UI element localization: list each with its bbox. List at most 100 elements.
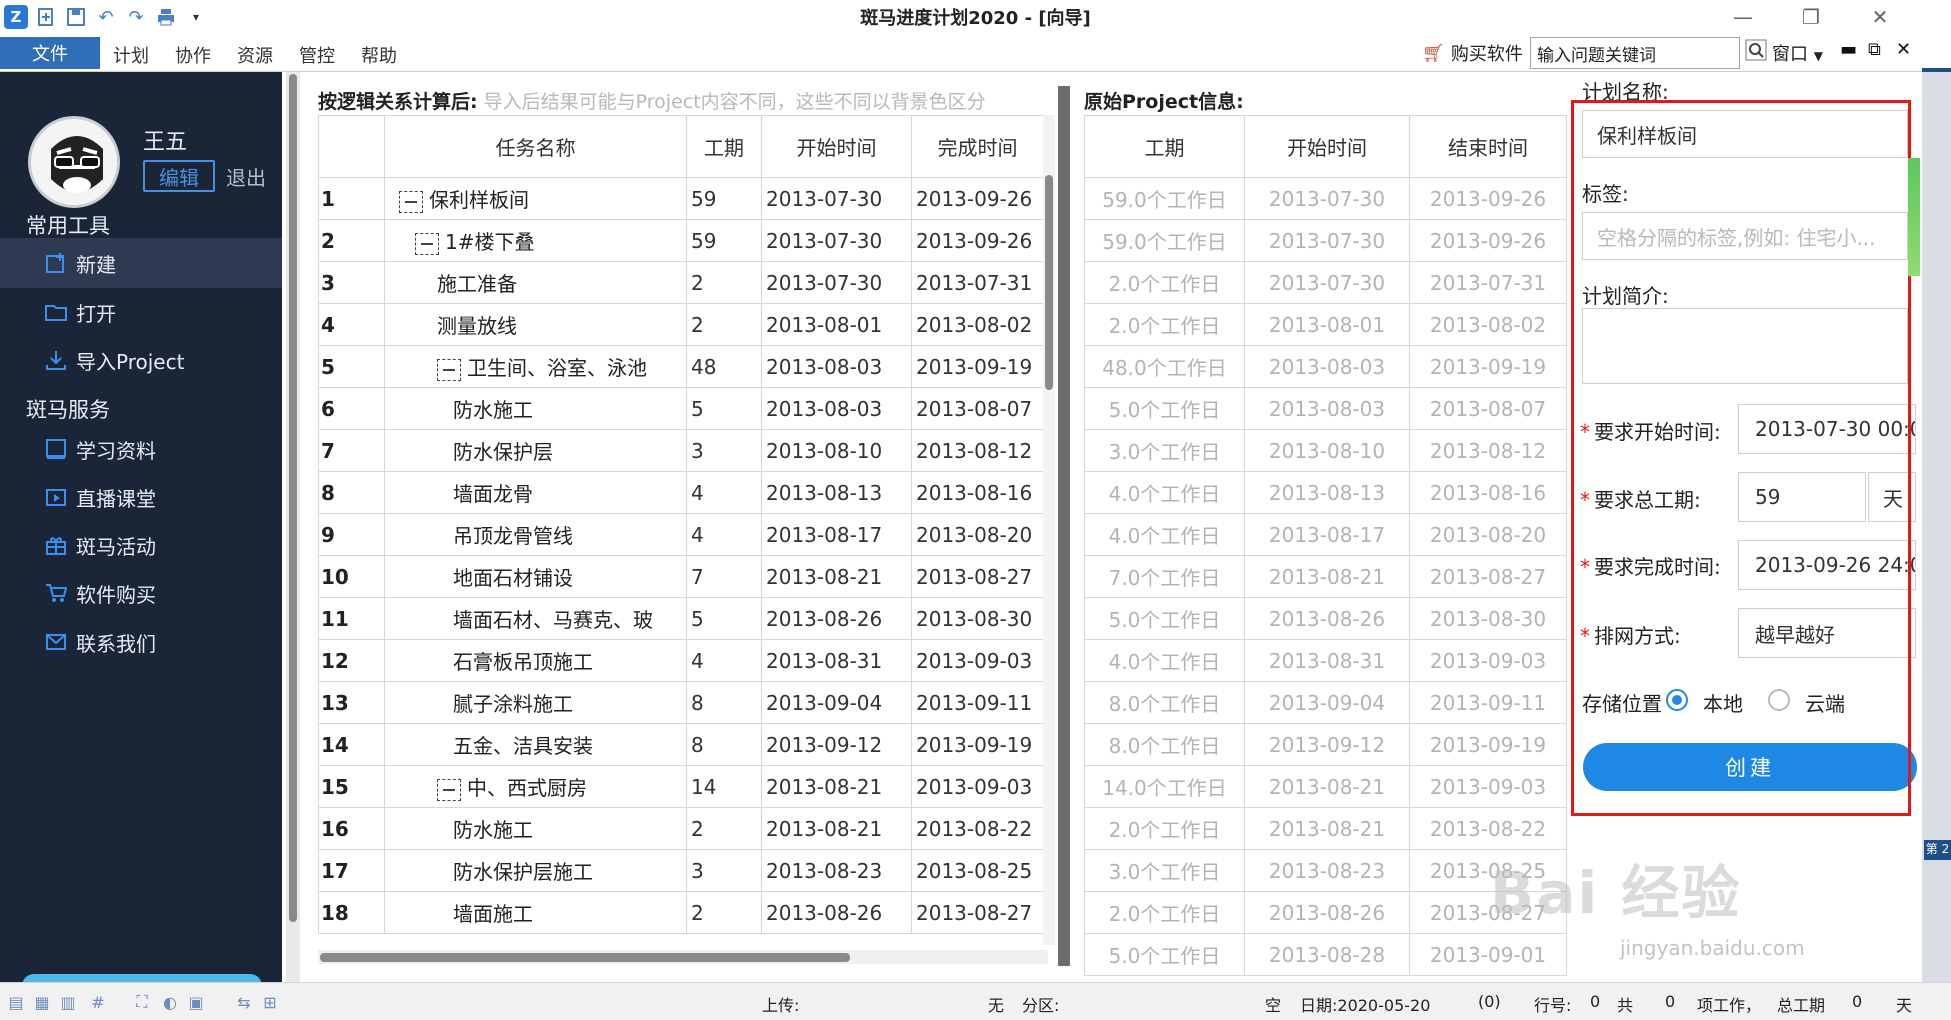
menu-control[interactable]: 管控 — [299, 42, 335, 68]
duration-cell[interactable]: 7 — [686, 555, 762, 598]
duration-cell[interactable]: 4 — [686, 513, 762, 556]
print-icon[interactable] — [154, 5, 178, 29]
finish-cell[interactable]: 2013-08-30 — [911, 597, 1044, 640]
network-view-icon[interactable]: ▦ — [32, 993, 52, 1012]
task-name-cell[interactable]: 墙面施工 — [384, 891, 687, 934]
storage-cloud-radio[interactable] — [1768, 689, 1790, 711]
sidebar-item-contact[interactable]: 联系我们 — [0, 617, 282, 667]
finish-cell[interactable]: 2013-09-03 — [911, 765, 1044, 808]
collapse-toggle-icon[interactable] — [437, 358, 461, 381]
duration-cell[interactable]: 3 — [686, 429, 762, 472]
duration-cell[interactable]: 2 — [686, 261, 762, 304]
storage-cloud-label[interactable]: 云端 — [1805, 688, 1845, 717]
finish-cell[interactable]: 2013-08-25 — [911, 849, 1044, 892]
task-name-cell[interactable]: 防水保护层施工 — [384, 849, 687, 892]
menu-resources[interactable]: 资源 — [237, 42, 273, 68]
task-name-cell[interactable]: 五金、洁具安装 — [384, 723, 687, 766]
minimize-icon[interactable]: — — [1723, 2, 1763, 32]
duration-cell[interactable]: 14 — [686, 765, 762, 808]
duration-cell[interactable]: 2 — [686, 891, 762, 934]
duration-cell[interactable]: 59 — [686, 177, 762, 220]
plan-name-input[interactable]: 保利样板间 — [1582, 110, 1908, 158]
duration-cell[interactable]: 48 — [686, 345, 762, 388]
duration-cell[interactable]: 8 — [686, 723, 762, 766]
start-cell[interactable]: 2013-07-30 — [761, 177, 912, 220]
collapse-toggle-icon[interactable] — [437, 778, 461, 801]
table-row[interactable]: 8 墙面龙骨 4 2013-08-13 2013-08-16 — [318, 471, 1044, 514]
task-name-cell[interactable]: 防水施工 — [384, 807, 687, 850]
sidebar-item-new[interactable]: 新建 — [0, 238, 282, 288]
table-row[interactable]: 2 1#楼下叠 59 2013-07-30 2013-09-26 — [318, 219, 1044, 262]
finish-cell[interactable]: 2013-08-07 — [911, 387, 1044, 430]
gantt-view-icon[interactable]: ▤ — [6, 993, 26, 1012]
sidebar-scrollbar[interactable] — [286, 72, 300, 982]
sidebar-item-activities[interactable]: 斑马活动 — [0, 520, 282, 570]
duration-cell[interactable]: 4 — [686, 471, 762, 514]
task-name-cell[interactable]: 施工准备 — [384, 261, 687, 304]
finish-cell[interactable]: 2013-09-19 — [911, 723, 1044, 766]
help-search-input[interactable] — [1530, 37, 1740, 69]
finish-cell[interactable]: 2013-08-27 — [911, 555, 1044, 598]
panel-splitter[interactable] — [1058, 86, 1070, 966]
finish-cell[interactable]: 2013-09-26 — [911, 177, 1044, 220]
maximize-icon[interactable]: ❐ — [1791, 2, 1831, 32]
column-header-start[interactable]: 开始时间 — [761, 115, 912, 178]
start-cell[interactable]: 2013-08-21 — [761, 555, 912, 598]
duration-unit-select[interactable]: 天 — [1868, 472, 1916, 522]
table-row[interactable]: 11 墙面石材、马赛克、玻 5 2013-08-26 2013-08-30 — [318, 597, 1044, 640]
zoom-fit-icon[interactable]: ⛶ — [132, 992, 152, 1011]
finish-cell[interactable]: 2013-08-02 — [911, 303, 1044, 346]
table-row[interactable]: 9 吊顶龙骨管线 4 2013-08-17 2013-08-20 — [318, 513, 1044, 556]
start-cell[interactable]: 2013-08-26 — [761, 597, 912, 640]
duration-cell[interactable]: 5 — [686, 597, 762, 640]
schedule-mode-select[interactable]: 越早越好 — [1738, 608, 1916, 658]
task-name-cell[interactable]: 保利样板间 — [384, 177, 687, 220]
task-name-cell[interactable]: 1#楼下叠 — [384, 219, 687, 262]
search-icon[interactable] — [1745, 39, 1767, 66]
swap-icon[interactable]: ⇆ — [234, 993, 254, 1012]
duration-cell[interactable]: 5 — [686, 387, 762, 430]
doc-restore-icon[interactable]: ⧉ — [1868, 39, 1881, 60]
customize-toolbar-icon[interactable]: ▾ — [184, 5, 208, 29]
table-row[interactable]: 7 防水保护层 3 2013-08-10 2013-08-12 — [318, 429, 1044, 472]
start-cell[interactable]: 2013-08-03 — [761, 387, 912, 430]
grid-view-icon[interactable]: # — [88, 993, 108, 1012]
start-cell[interactable]: 2013-08-26 — [761, 891, 912, 934]
edit-profile-button[interactable]: 编辑 — [143, 160, 215, 192]
total-duration-input[interactable]: 59 — [1738, 472, 1866, 522]
duration-cell[interactable]: 2 — [686, 303, 762, 346]
start-cell[interactable]: 2013-08-13 — [761, 471, 912, 514]
start-cell[interactable]: 2013-08-03 — [761, 345, 912, 388]
sidebar-item-purchase[interactable]: 软件购买 — [0, 568, 282, 618]
column-header-duration[interactable]: 工期 — [686, 115, 762, 178]
table-row[interactable]: 14 五金、洁具安装 8 2013-09-12 2013-09-19 — [318, 723, 1044, 766]
collapse-toggle-icon[interactable] — [415, 232, 439, 255]
finish-cell[interactable]: 2013-09-03 — [911, 639, 1044, 682]
finish-cell[interactable]: 2013-08-27 — [911, 891, 1044, 934]
duration-cell[interactable]: 2 — [686, 807, 762, 850]
task-name-cell[interactable]: 防水保护层 — [384, 429, 687, 472]
menu-collaborate[interactable]: 协作 — [175, 42, 211, 68]
table-row[interactable]: 6 防水施工 5 2013-08-03 2013-08-07 — [318, 387, 1044, 430]
start-cell[interactable]: 2013-08-01 — [761, 303, 912, 346]
task-name-cell[interactable]: 吊顶龙骨管线 — [384, 513, 687, 556]
close-icon[interactable]: ✕ — [1860, 2, 1900, 32]
table-view-icon[interactable]: ▥ — [58, 993, 78, 1012]
start-cell[interactable]: 2013-09-12 — [761, 723, 912, 766]
table-row[interactable]: 16 防水施工 2 2013-08-21 2013-08-22 — [318, 807, 1044, 850]
table-row[interactable]: 4 测量放线 2 2013-08-01 2013-08-02 — [318, 303, 1044, 346]
task-table-vertical-scrollbar[interactable] — [1043, 115, 1055, 945]
storage-local-label[interactable]: 本地 — [1703, 688, 1743, 717]
table-row[interactable]: 3 施工准备 2 2013-07-30 2013-07-31 — [318, 261, 1044, 304]
menu-plan[interactable]: 计划 — [113, 42, 149, 68]
start-cell[interactable]: 2013-07-30 — [761, 261, 912, 304]
logout-link[interactable]: 退出 — [226, 162, 266, 191]
scroll-thumb[interactable] — [1045, 175, 1053, 390]
task-name-cell[interactable]: 腻子涂料施工 — [384, 681, 687, 724]
task-name-cell[interactable]: 测量放线 — [384, 303, 687, 346]
menu-help[interactable]: 帮助 — [361, 42, 397, 68]
finish-cell[interactable]: 2013-09-26 — [911, 219, 1044, 262]
menu-file[interactable]: 文件 — [0, 37, 100, 69]
layout-icon[interactable]: ⊞ — [260, 993, 280, 1012]
start-cell[interactable]: 2013-08-17 — [761, 513, 912, 556]
